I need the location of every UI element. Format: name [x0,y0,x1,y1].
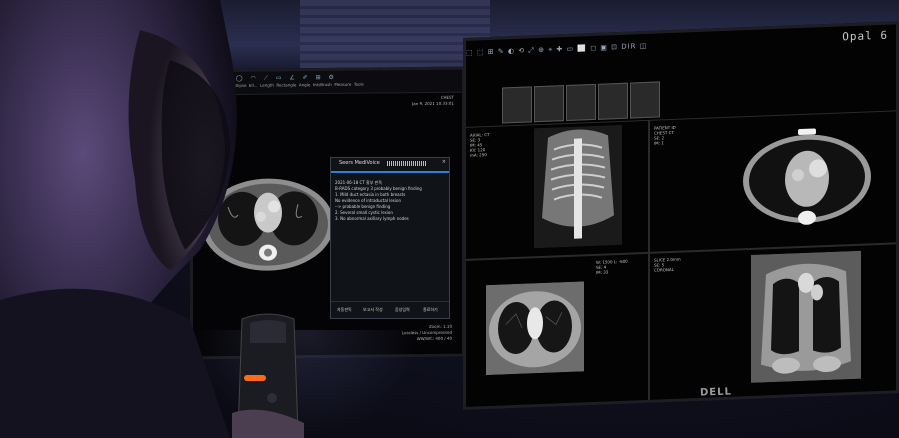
operator-silhouette [0,0,237,438]
right-monitor: ⬚ ⬚ ⊞ ✎ ◐ ⟲ ⤢ ⊕ ⌖ ✚ ▭ ⬜ ◻ ▣ ⊡ DIR ◫ Opal… [463,21,899,410]
viewport-overlay-text: W: 1500 L: -600 SE: 4 IM: 33 [596,258,628,275]
dialog-footer: 자동판독 보고서 작성 음성입력 종료하기 [331,301,449,318]
brand-label: Opal 6 [842,28,888,44]
close-icon[interactable]: × [442,159,446,165]
write-report-button[interactable]: 보고서 작성 [363,307,383,313]
exit-button[interactable]: 종료하기 [423,307,438,313]
voice-input-button[interactable]: 음성입력 [395,307,410,313]
thumbnail[interactable] [502,86,532,124]
viewport-overlay-text: AXIAL: CT SE: 3 IM: 45 KV: 120 mA: 250 [470,131,490,158]
dialog-title: Seers MediVoice [339,160,380,166]
window-blinds [300,0,490,70]
report-text[interactable]: 2021-06-18 CT 흉부 판독 B-RADS category 3 pr… [335,180,422,222]
audio-waveform-icon [387,161,427,166]
dell-logo: DELL [699,386,733,399]
viewport-overlay-text: PATIENT ID CHEST CT SE: 2 IM: 1 [654,124,676,146]
thumbnail[interactable] [598,82,628,120]
viewport-divider [648,119,650,400]
voice-report-dialog[interactable]: Seers MediVoice × 2021-06-18 CT 흉부 판독 B-… [330,157,450,319]
recording-progress [331,171,449,173]
status-led-icon [244,375,266,381]
dictation-microphone[interactable] [232,313,304,438]
scout-radiograph-image [534,124,622,249]
viewport-overlay-text: SLICE 2.0mm SE: 5 CORONAL [654,256,681,273]
thumbnail[interactable] [566,83,596,122]
dicom-overlay-top-right: CHEST Jan 9, 2021 10:33:01 [412,94,454,107]
thumbnail[interactable] [534,85,564,123]
series-thumbnails [502,80,692,124]
photo-scene: ✎ ◯ ◠ ⟋ ▭ ∠ ✐ ⊞ ⚙ Linet Ellipse Ell... L… [0,0,899,438]
axial-ct-image [743,128,871,225]
right-monitor-toolbar[interactable]: ⬚ ⬚ ⊞ ✎ ◐ ⟲ ⤢ ⊕ ⌖ ✚ ▭ ⬜ ◻ ▣ ⊡ DIR ◫ [466,40,706,63]
coronal-ct-image [751,250,861,383]
thumbnail[interactable] [630,81,660,119]
lung-window-ct-image [486,281,584,376]
auto-read-button[interactable]: 자동판독 [337,307,352,313]
